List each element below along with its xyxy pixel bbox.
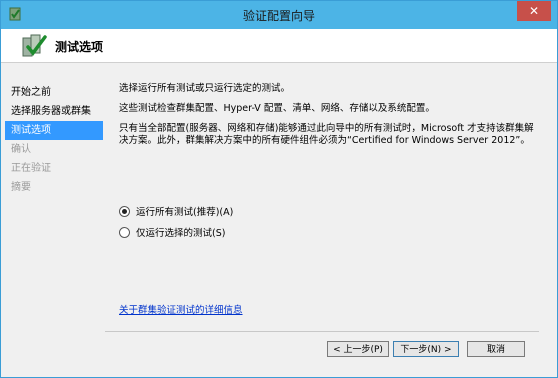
close-button[interactable]: ✕ [517, 1, 551, 21]
cancel-button[interactable]: 取消 [467, 341, 525, 357]
divider [105, 331, 539, 332]
wizard-window: 验证配置向导 ✕ 测试选项 开始之前 选择服务器或群集 测试选项 确认 正在验证… [0, 0, 558, 378]
step-before-begin: 开始之前 [11, 87, 51, 98]
step-summary: 摘要 [11, 182, 31, 193]
intro-text: 选择运行所有测试或只运行选定的测试。 [119, 83, 291, 94]
wizard-steps: 开始之前 选择服务器或群集 测试选项 确认 正在验证 摘要 [5, 83, 103, 197]
previous-button[interactable]: < 上一步(P) [327, 341, 389, 357]
run-selected-tests-label: 仅运行选择的测试(S) [136, 228, 226, 239]
description-text: 这些测试检查群集配置、Hyper-V 配置、清单、网络、存储以及系统配置。 [119, 103, 435, 114]
support-note-text: 只有当全部配置(服务器、网络和存储)能够通过此向导中的所有测试时，Microso… [119, 123, 534, 146]
step-validating: 正在验证 [11, 163, 51, 174]
run-all-tests-option[interactable]: 运行所有测试(推荐)(A) [119, 204, 233, 218]
page-title: 测试选项 [55, 40, 104, 54]
page-header: 测试选项 [1, 29, 557, 63]
next-button[interactable]: 下一步(N) > [393, 341, 459, 357]
validation-check-icon [22, 34, 47, 57]
window-title: 验证配置向导 [242, 9, 315, 23]
step-testing-options: 测试选项 [5, 121, 103, 140]
step-select-servers: 选择服务器或群集 [11, 106, 91, 117]
title-bar[interactable]: 验证配置向导 ✕ [1, 1, 557, 29]
content-area: 开始之前 选择服务器或群集 测试选项 确认 正在验证 摘要 选择运行所有测试或只… [1, 63, 557, 377]
radio-button[interactable] [119, 226, 130, 238]
run-selected-tests-option[interactable]: 仅运行选择的测试(S) [119, 225, 225, 239]
run-all-tests-label: 运行所有测试(推荐)(A) [136, 207, 234, 218]
step-confirmation: 确认 [11, 144, 31, 155]
radio-button-selected[interactable] [119, 205, 130, 217]
validation-info-link[interactable]: 关于群集验证测试的详细信息 [119, 302, 243, 316]
main-panel: 选择运行所有测试或只运行选定的测试。 这些测试检查群集配置、Hyper-V 配置… [119, 83, 537, 153]
